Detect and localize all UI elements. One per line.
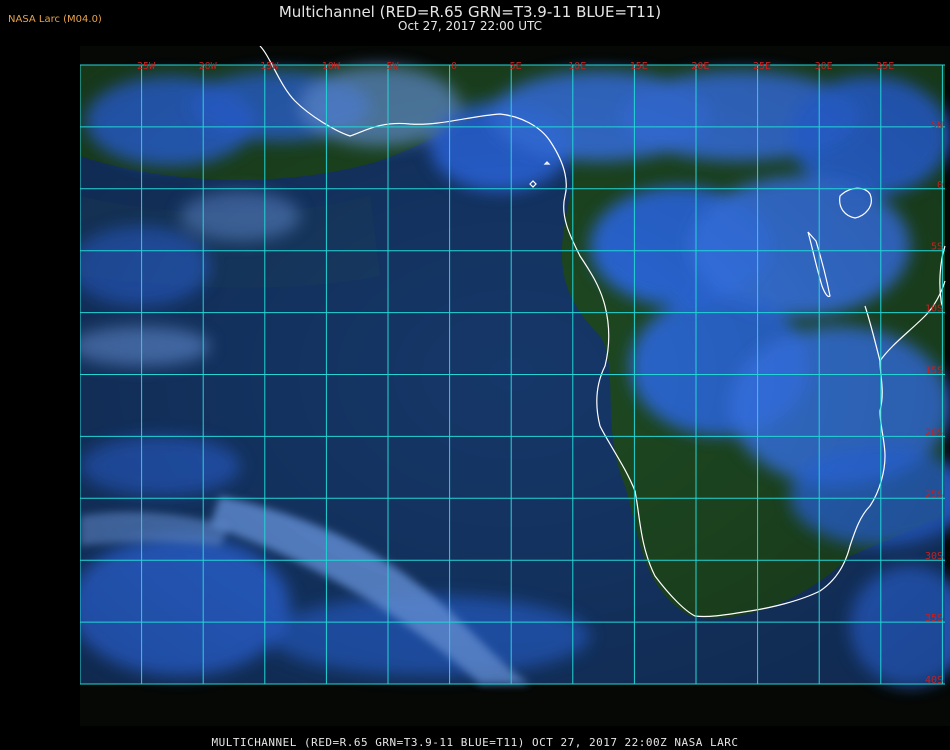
map-canvas: 25W 20W 15W 10W 5W 0 5E 10E 15E 20E 25E 30E 35E 5N 0 5… xyxy=(80,46,950,726)
longitude-label: 15E xyxy=(630,61,648,72)
longitude-label: 10W xyxy=(322,61,341,72)
satellite-map: 25W 20W 15W 10W 5W 0 5E 10E 15E 20E 25E 30E 35E 5N 0 5… xyxy=(80,46,950,726)
latitude-label: 40S xyxy=(925,675,943,686)
latitude-label: 35S xyxy=(925,613,943,624)
longitude-label: 30E xyxy=(815,61,833,72)
longitude-label: 35E xyxy=(876,61,894,72)
latitude-label: 5N xyxy=(931,120,943,131)
longitude-label: 25W xyxy=(137,61,156,72)
longitude-label: 20E xyxy=(691,61,709,72)
longitude-label: 15W xyxy=(260,61,279,72)
latitude-label: 30S xyxy=(925,551,943,562)
longitude-label: 5E xyxy=(510,61,522,72)
longitude-label: 0 xyxy=(451,61,457,72)
latitude-label: 20S xyxy=(925,427,943,438)
latitude-label: 0 xyxy=(937,180,943,191)
latitude-label: 25S xyxy=(925,489,943,500)
longitude-label: 5W xyxy=(386,61,399,72)
latitude-label: 15S xyxy=(925,366,943,377)
longitude-label: 20W xyxy=(199,61,218,72)
image-subtitle: Oct 27, 2017 22:00 UTC xyxy=(398,19,542,33)
longitude-label: 10E xyxy=(568,61,586,72)
longitude-label: 25E xyxy=(753,61,771,72)
latitude-label: 5S xyxy=(931,242,943,253)
footer-caption: MULTICHANNEL (RED=R.65 GRN=T3.9-11 BLUE=… xyxy=(211,736,739,749)
latitude-label: 10S xyxy=(925,304,943,315)
